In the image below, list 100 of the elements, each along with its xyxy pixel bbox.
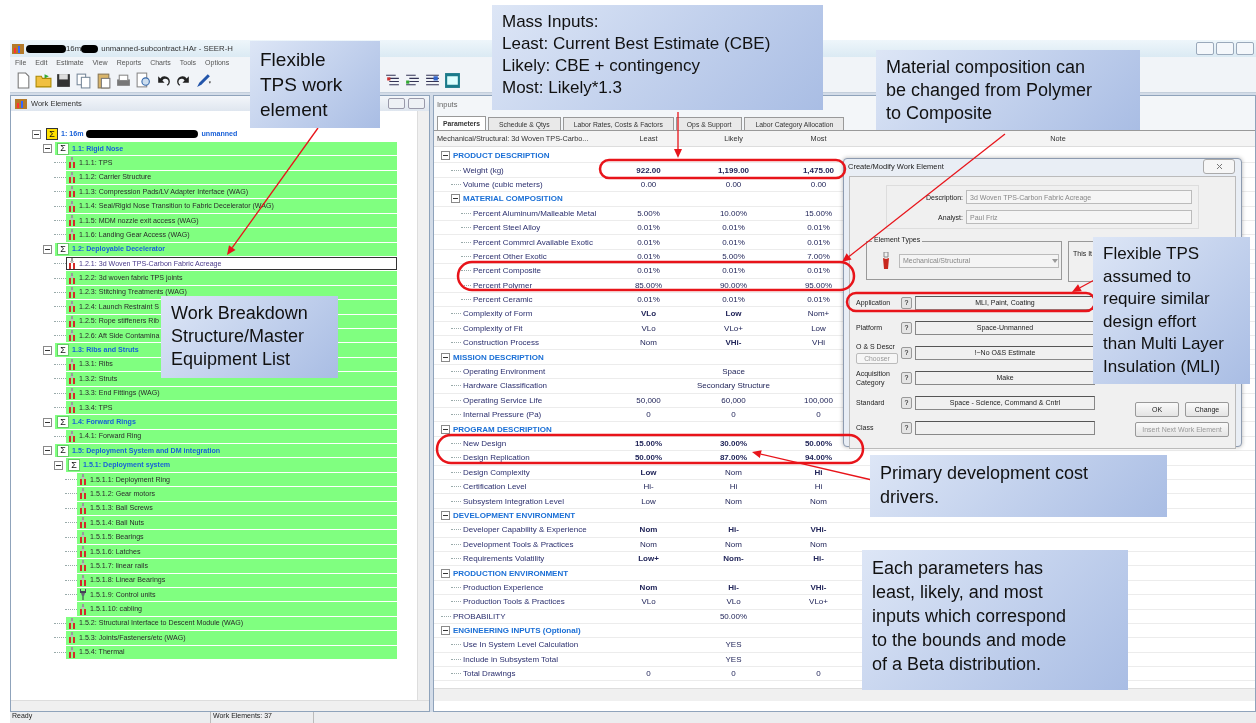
parameter-label: Percent Polymer	[473, 280, 533, 290]
parameter-label: Internal Pressure (Pa)	[463, 410, 542, 420]
value-cell[interactable]: 50.00%	[634, 453, 663, 463]
value-cell[interactable]: 0.01%	[637, 295, 660, 305]
value-cell[interactable]: Nom	[639, 525, 658, 535]
value-cell[interactable]: 50.00%	[719, 611, 748, 621]
value-cell[interactable]: 0	[646, 669, 651, 679]
value-cell[interactable]: Hi	[814, 467, 823, 477]
value-cell[interactable]: 15.00%	[804, 208, 833, 218]
value-cell[interactable]: 60,000	[721, 395, 746, 405]
value-cell[interactable]: 0.01%	[722, 266, 745, 276]
value-cell[interactable]: Low	[640, 467, 657, 477]
value-cell[interactable]: VLo+	[724, 323, 743, 333]
value-cell[interactable]: 50.00%	[804, 439, 833, 448]
value-cell[interactable]: Nom	[810, 539, 827, 549]
value-cell[interactable]: 0.01%	[722, 223, 745, 233]
value-cell[interactable]: Nom-	[723, 554, 744, 564]
value-cell[interactable]: Low+	[638, 554, 659, 564]
value-cell[interactable]: 0.00	[725, 179, 742, 189]
value-cell[interactable]: Low	[725, 309, 742, 319]
callout: Material composition can be changed from Polymer to Composite	[876, 50, 1140, 130]
callout: Flexible TPS assumed to require similar design effort than Multi Layer Insulation (MLI)	[1093, 237, 1250, 384]
value-cell[interactable]: Nom	[725, 496, 742, 506]
callout: Work Breakdown Structure/Master Equipment List	[161, 296, 338, 378]
value-cell[interactable]: Hi-	[728, 525, 739, 535]
value-cell[interactable]: Nom+	[807, 309, 830, 319]
value-cell[interactable]: Nom	[810, 496, 827, 506]
sum-icon: Σ	[57, 243, 69, 256]
section-header: MISSION DESCRIPTION	[453, 352, 544, 362]
value-cell[interactable]: Low	[811, 323, 826, 333]
value-cell[interactable]: 0.00	[640, 179, 657, 189]
value-cell[interactable]: VLo+	[809, 597, 828, 607]
sum-icon: Σ	[68, 459, 80, 472]
value-cell[interactable]: 0.01%	[637, 266, 660, 276]
value-cell[interactable]: 0.00	[810, 179, 827, 189]
value-cell[interactable]: Hi-	[813, 554, 824, 564]
value-cell[interactable]: 87.00%	[719, 453, 748, 463]
value-cell[interactable]: VHi-	[810, 582, 827, 592]
value-cell[interactable]: 0	[646, 410, 651, 420]
value-cell[interactable]: 0	[816, 669, 821, 679]
value-cell[interactable]: VLo	[641, 597, 656, 607]
value-cell[interactable]: 0.01%	[637, 223, 660, 233]
value-cell[interactable]: 0.01%	[637, 237, 660, 247]
value-cell[interactable]: 85.00%	[634, 280, 663, 290]
value-cell[interactable]: Low	[641, 496, 656, 506]
value-cell[interactable]: 922.00	[636, 165, 661, 175]
value-cell[interactable]: Nom	[725, 539, 742, 549]
value-cell[interactable]: Hi	[814, 482, 823, 492]
value-cell[interactable]: Hi	[729, 482, 738, 492]
sum-icon: Σ	[46, 128, 58, 141]
value-cell[interactable]: Nom	[640, 338, 657, 348]
value-cell[interactable]: 50,000	[636, 395, 661, 405]
sum-icon: Σ	[57, 344, 69, 357]
parameter-label: Percent Ceramic	[473, 295, 533, 305]
value-cell[interactable]: VHi	[812, 338, 825, 348]
value-cell[interactable]: 5.00%	[637, 208, 660, 218]
parameter-label: Design Replication	[463, 453, 530, 463]
value-cell[interactable]: 0	[731, 410, 736, 420]
value-cell[interactable]: Nom	[639, 582, 658, 592]
value-cell[interactable]: 0	[816, 410, 821, 420]
value-cell[interactable]: YES	[725, 640, 742, 650]
value-cell[interactable]: 0.01%	[637, 251, 660, 261]
sum-icon: Σ	[57, 444, 69, 457]
value-cell[interactable]: Nom	[640, 539, 657, 549]
value-cell[interactable]: 1,199.00	[717, 165, 750, 175]
value-cell[interactable]: VLo	[726, 597, 741, 607]
value-cell[interactable]: Nom	[725, 467, 742, 477]
value-cell[interactable]: 94.00%	[804, 453, 833, 463]
value-cell[interactable]: YES	[725, 654, 742, 664]
value-cell[interactable]: Secondary Structure	[697, 381, 770, 391]
value-cell[interactable]: 0.01%	[722, 295, 745, 305]
value-cell[interactable]: 0.01%	[807, 223, 830, 233]
value-cell[interactable]: 15.00%	[634, 439, 663, 448]
value-cell[interactable]: 7.00%	[807, 251, 830, 261]
value-cell[interactable]: 100,000	[804, 395, 833, 405]
parameter-label: Construction Process	[463, 338, 540, 348]
value-cell[interactable]: 0.01%	[722, 237, 745, 247]
value-cell[interactable]: VLo	[641, 323, 656, 333]
value-cell[interactable]: 90.00%	[719, 280, 748, 290]
value-cell[interactable]: Space	[722, 367, 745, 377]
value-cell[interactable]: 0.01%	[807, 237, 830, 247]
value-cell[interactable]: 95.00%	[804, 280, 833, 290]
value-cell[interactable]: Hi-	[643, 482, 654, 492]
value-cell[interactable]: 30.00%	[719, 439, 748, 448]
value-cell[interactable]: VLo	[640, 309, 657, 319]
parameter-label: Include in Subsystem Total	[463, 654, 558, 664]
value-cell[interactable]: VHi-	[810, 525, 827, 535]
sum-icon: Σ	[57, 142, 69, 155]
value-cell[interactable]: 5.00%	[722, 251, 745, 261]
value-cell[interactable]: 0.01%	[807, 266, 830, 276]
value-cell[interactable]: 1,475.00	[802, 165, 835, 175]
parameter-label: Development Tools & Practices	[463, 539, 574, 549]
value-cell[interactable]: Hi-	[728, 582, 739, 592]
parameter-label: Certification Level	[463, 482, 527, 492]
value-cell[interactable]: 0	[731, 669, 736, 679]
value-cell[interactable]: 10.00%	[719, 208, 748, 218]
value-cell[interactable]: 0.01%	[807, 295, 830, 305]
value-cell[interactable]: VHi-	[725, 338, 742, 348]
parameter-label: Use In System Level Calculation	[463, 640, 579, 650]
callout: Flexible TPS work element	[250, 41, 380, 128]
